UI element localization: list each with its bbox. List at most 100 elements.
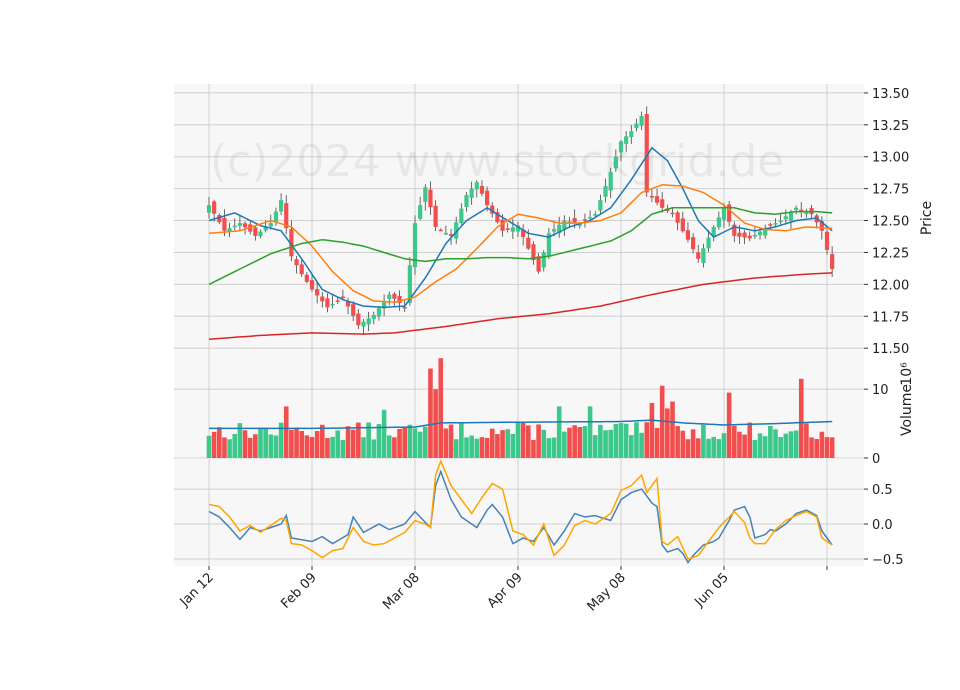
volume-bar bbox=[376, 424, 382, 458]
volume-bar bbox=[484, 437, 490, 458]
candle bbox=[747, 235, 752, 239]
volume-bar bbox=[629, 435, 634, 458]
volume-bar bbox=[536, 424, 541, 458]
volume-bar bbox=[474, 438, 480, 458]
volume-bar bbox=[567, 427, 572, 458]
candle bbox=[443, 232, 448, 235]
volume-bar bbox=[814, 438, 819, 458]
price-tick-label: 12.25 bbox=[872, 246, 909, 261]
candle bbox=[253, 227, 258, 236]
candle bbox=[402, 307, 407, 309]
volume-bar bbox=[711, 436, 716, 458]
volume-bar bbox=[222, 437, 227, 458]
candle bbox=[757, 231, 763, 236]
candle bbox=[361, 321, 366, 327]
candle bbox=[706, 237, 711, 249]
volume-bar bbox=[495, 434, 500, 458]
volume-bar bbox=[742, 434, 747, 458]
volume-bar bbox=[768, 425, 773, 458]
candle bbox=[618, 141, 624, 153]
candle bbox=[685, 230, 691, 240]
volume-bar bbox=[592, 435, 598, 458]
volume-bar bbox=[685, 439, 691, 458]
volume-bar bbox=[546, 438, 552, 458]
volume-bar bbox=[665, 408, 670, 458]
candle bbox=[588, 217, 593, 219]
volume-bar bbox=[325, 438, 330, 458]
price-tick-label: 13.25 bbox=[872, 119, 909, 134]
candle bbox=[392, 293, 397, 299]
candle bbox=[551, 229, 557, 232]
date-tick-label: Jan 12 bbox=[177, 570, 217, 610]
volume-bar bbox=[670, 401, 675, 458]
candle bbox=[304, 274, 309, 282]
oscillator-panel: −0.5 0.0 0.5 bbox=[174, 459, 904, 568]
oscillator-tick-label: 0.5 bbox=[872, 483, 893, 498]
volume-bar bbox=[345, 426, 351, 458]
candle bbox=[639, 115, 644, 126]
volume-bar bbox=[309, 437, 315, 458]
volume-bar bbox=[639, 432, 644, 458]
volume-bar bbox=[211, 431, 217, 458]
volume-bar bbox=[562, 431, 567, 458]
candle bbox=[675, 212, 680, 223]
candle bbox=[752, 235, 757, 237]
candle bbox=[330, 303, 335, 306]
volume-bar bbox=[417, 431, 423, 458]
date-tick-label: Jun 05 bbox=[692, 570, 732, 610]
volume-bar bbox=[330, 436, 335, 458]
candle bbox=[418, 205, 423, 219]
candle bbox=[356, 313, 361, 326]
candle bbox=[670, 212, 675, 215]
volume-bar bbox=[551, 437, 557, 458]
candle bbox=[428, 189, 433, 208]
volume-bar bbox=[541, 429, 547, 458]
volume-bar bbox=[438, 358, 444, 458]
volume-bar bbox=[227, 439, 232, 458]
volume-bar bbox=[217, 427, 222, 458]
price-axis-label: Price bbox=[919, 201, 935, 235]
volume-bar bbox=[577, 427, 583, 458]
volume-bar bbox=[515, 422, 521, 458]
volume-bar bbox=[757, 433, 763, 458]
volume-bar bbox=[500, 430, 505, 458]
volume-bar bbox=[242, 430, 248, 458]
date-tick-label: Mar 08 bbox=[380, 570, 423, 613]
candle bbox=[804, 212, 809, 215]
candle bbox=[794, 207, 799, 210]
candle bbox=[768, 224, 773, 226]
volume-bar bbox=[371, 439, 377, 458]
volume-bar bbox=[598, 424, 603, 458]
volume-bar bbox=[407, 424, 413, 458]
candle bbox=[711, 226, 716, 236]
candle bbox=[716, 217, 721, 228]
candle bbox=[649, 195, 654, 198]
volume-bar bbox=[464, 437, 469, 458]
candle bbox=[273, 211, 279, 223]
oscillator-axis-ticks: −0.5 0.0 0.5 bbox=[864, 483, 904, 568]
price-panel: (c)2024 www.stockgrid.de 11.50 11.75 12.00… bbox=[174, 84, 935, 357]
candle bbox=[691, 237, 696, 250]
candle bbox=[366, 318, 371, 325]
price-tick-label: 12.75 bbox=[872, 183, 909, 198]
volume-bar bbox=[392, 437, 397, 458]
volume-bar bbox=[804, 423, 809, 458]
candle bbox=[206, 205, 212, 213]
candle bbox=[696, 252, 701, 259]
volume-bar bbox=[479, 437, 485, 458]
volume-bar bbox=[489, 428, 495, 458]
volume-bar bbox=[675, 426, 680, 458]
candle bbox=[479, 185, 485, 194]
volume-bar bbox=[505, 429, 510, 458]
candle bbox=[242, 223, 248, 228]
candle bbox=[830, 254, 835, 270]
volume-bar bbox=[819, 431, 825, 458]
candle bbox=[325, 298, 330, 308]
candle bbox=[773, 223, 778, 225]
volume-axis-ticks: 0 10 bbox=[864, 383, 889, 467]
date-tick-label: Feb 09 bbox=[278, 570, 320, 612]
volume-bar bbox=[299, 430, 304, 458]
price-tick-label: 12.50 bbox=[872, 215, 909, 230]
volume-bar bbox=[618, 423, 624, 458]
volume-bar bbox=[778, 436, 783, 458]
